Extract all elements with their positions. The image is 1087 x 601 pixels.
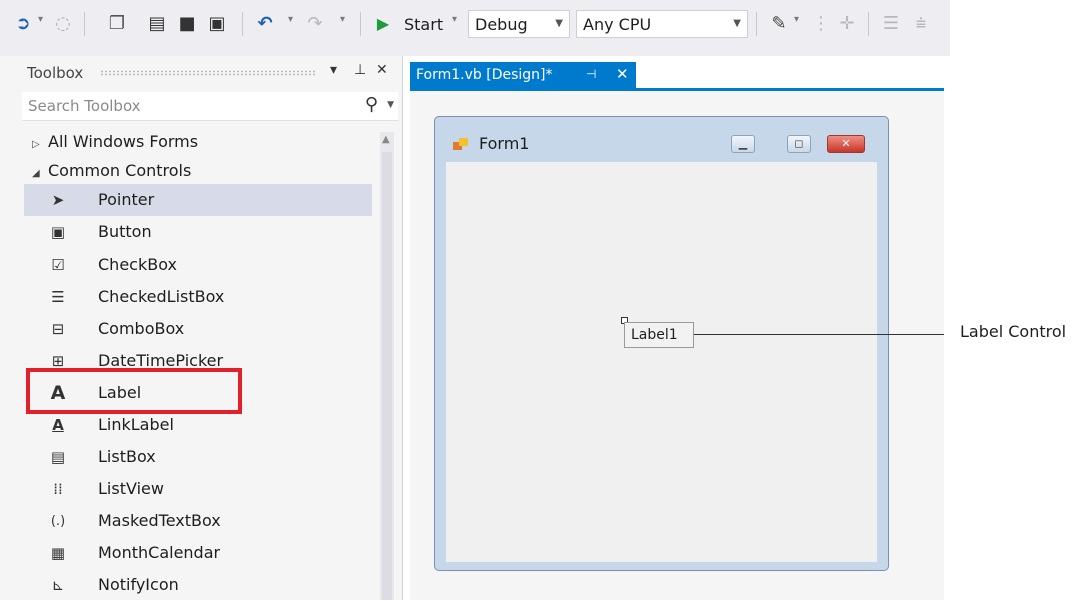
redo-dropdown-icon[interactable]: ▾ bbox=[340, 14, 345, 25]
group-label: All Windows Forms bbox=[48, 132, 199, 151]
toolbar-separator bbox=[360, 12, 361, 36]
item-label: Pointer bbox=[98, 190, 155, 209]
item-label: NotifyIcon bbox=[98, 575, 179, 594]
item-label: ListBox bbox=[98, 447, 156, 466]
window-position-icon[interactable]: ▾ bbox=[330, 62, 337, 78]
main-toolbar: ➲ ▾ ◌ ❐ ▤ ■ ▣ ↶ ▾ ↷ ▾ ▶ Start ▾ Debug ▼ … bbox=[0, 0, 950, 56]
maximize-button[interactable]: ◻ bbox=[787, 135, 811, 153]
start-play-icon[interactable]: ▶ bbox=[372, 12, 394, 34]
toolbox-item-combobox[interactable]: ⊟ ComboBox bbox=[24, 313, 372, 345]
save-all-icon[interactable]: ▣ bbox=[206, 12, 228, 34]
pin-icon[interactable]: ⊣ bbox=[586, 67, 596, 81]
toolbox-panel: Toolbox ▾ ⊥ ✕ Search Toolbox ⚲ ▼ ▷ All Wi… bbox=[0, 56, 403, 600]
chevron-down-icon: ▼ bbox=[733, 18, 741, 29]
close-icon[interactable]: ✕ bbox=[616, 65, 629, 83]
toolbox-item-checkedlistbox[interactable]: ☰ CheckedListBox bbox=[24, 281, 372, 313]
toolbar-separator bbox=[756, 12, 757, 36]
toolbox-title: Toolbox bbox=[27, 64, 84, 82]
group-all-windows-forms[interactable]: ▷ All Windows Forms bbox=[32, 132, 198, 151]
solution-configuration-value: Debug bbox=[475, 15, 528, 34]
search-icon[interactable]: ⚲ bbox=[365, 94, 378, 115]
toolbar-separator bbox=[868, 12, 869, 36]
tab-label: Form1.vb [Design]* bbox=[416, 67, 553, 83]
align-icon[interactable]: ⋮ bbox=[810, 12, 832, 34]
form-client-area[interactable] bbox=[446, 162, 877, 562]
notifyicon-icon: ⊾ bbox=[51, 576, 65, 594]
toolbox-item-notifyicon[interactable]: ⊾ NotifyIcon bbox=[24, 569, 372, 601]
expand-arrow-icon: ▷ bbox=[32, 139, 40, 150]
undo-icon[interactable]: ↶ bbox=[254, 12, 276, 34]
item-label: MaskedTextBox bbox=[98, 511, 221, 530]
group-common-controls[interactable]: ◢ Common Controls bbox=[32, 161, 191, 180]
save-icon[interactable]: ■ bbox=[176, 12, 198, 34]
toolbar-separator bbox=[242, 12, 243, 36]
format-dropdown-icon[interactable]: ▾ bbox=[794, 14, 799, 25]
button-icon: ▣ bbox=[50, 223, 66, 241]
item-label: ListView bbox=[98, 479, 164, 498]
callout-label: Label Control bbox=[960, 322, 1067, 341]
toolbox-item-button[interactable]: ▣ Button bbox=[24, 216, 372, 248]
toolbox-item-listview[interactable]: ⁞⁞ ListView bbox=[24, 473, 372, 505]
collapse-arrow-icon: ◢ bbox=[32, 168, 40, 179]
open-file-icon[interactable]: ▤ bbox=[146, 12, 168, 34]
scrollbar-thumb[interactable] bbox=[382, 152, 392, 600]
form-icon bbox=[453, 138, 468, 150]
minimize-button[interactable]: ▁ bbox=[731, 135, 755, 153]
align-left-icon[interactable]: ☰ bbox=[880, 12, 902, 34]
checkbox-icon: ☑ bbox=[51, 256, 65, 274]
toolbox-item-listbox[interactable]: ▤ ListBox bbox=[24, 441, 372, 473]
solution-platform-value: Any CPU bbox=[583, 15, 652, 34]
solution-platform-select[interactable]: Any CPU ▼ bbox=[576, 10, 748, 38]
solution-configuration-select[interactable]: Debug ▼ bbox=[468, 10, 570, 38]
toolbar-separator bbox=[84, 12, 85, 36]
pointer-icon: ➤ bbox=[51, 191, 65, 209]
toolbox-item-monthcalendar[interactable]: ▦ MonthCalendar bbox=[24, 537, 372, 569]
start-dropdown-icon[interactable]: ▾ bbox=[452, 14, 457, 25]
item-label: CheckBox bbox=[98, 255, 177, 274]
toolbox-item-maskedtextbox[interactable]: (.) MaskedTextBox bbox=[24, 505, 372, 537]
scroll-up-icon[interactable]: ▲ bbox=[382, 134, 390, 145]
redo-icon[interactable]: ↷ bbox=[304, 12, 326, 34]
callout-line bbox=[694, 334, 944, 335]
navigate-forward-icon[interactable]: ◌ bbox=[52, 12, 74, 34]
label-highlight-box bbox=[26, 368, 242, 414]
item-label: ComboBox bbox=[98, 319, 185, 338]
toolbox-item-pointer[interactable]: ➤ Pointer bbox=[24, 184, 372, 216]
toolbox-search-input[interactable]: Search Toolbox ⚲ ▼ bbox=[22, 92, 398, 121]
navigate-back-icon[interactable]: ➲ bbox=[12, 12, 34, 34]
item-label: MonthCalendar bbox=[98, 543, 221, 562]
listview-icon: ⁞⁞ bbox=[53, 480, 63, 498]
close-button[interactable]: ✕ bbox=[827, 135, 865, 153]
center-icon[interactable]: ✛ bbox=[836, 12, 858, 34]
format-icon[interactable]: ✎ bbox=[768, 12, 790, 34]
label1-control[interactable]: Label1 bbox=[624, 322, 694, 348]
monthcalendar-icon: ▦ bbox=[50, 544, 66, 562]
align-middle-icon[interactable]: ⩧ bbox=[910, 12, 932, 34]
undo-dropdown-icon[interactable]: ▾ bbox=[288, 14, 293, 25]
maskedtextbox-icon: (.) bbox=[50, 513, 66, 529]
item-label: Button bbox=[98, 222, 152, 241]
chevron-down-icon: ▼ bbox=[555, 18, 563, 29]
search-options-dropdown-icon[interactable]: ▼ bbox=[387, 100, 394, 110]
pin-icon[interactable]: ⊥ bbox=[354, 62, 366, 78]
linklabel-icon: A bbox=[52, 416, 64, 434]
navigate-back-dropdown-icon[interactable]: ▾ bbox=[38, 14, 43, 25]
toolbox-item-checkbox[interactable]: ☑ CheckBox bbox=[24, 249, 372, 281]
close-icon[interactable]: ✕ bbox=[376, 62, 388, 78]
checkedlistbox-icon: ☰ bbox=[51, 288, 65, 306]
item-label: CheckedListBox bbox=[98, 287, 225, 306]
new-project-icon[interactable]: ❐ bbox=[106, 12, 128, 34]
search-placeholder: Search Toolbox bbox=[28, 97, 141, 115]
listbox-icon: ▤ bbox=[50, 448, 66, 466]
item-label: LinkLabel bbox=[98, 415, 174, 434]
form-title: Form1 bbox=[479, 134, 530, 153]
panel-grip[interactable] bbox=[100, 70, 315, 76]
start-button[interactable]: Start bbox=[404, 15, 443, 34]
combobox-icon: ⊟ bbox=[51, 320, 65, 338]
tab-form1-design[interactable]: Form1.vb [Design]* ⊣ ✕ bbox=[410, 62, 636, 90]
group-label: Common Controls bbox=[48, 161, 192, 180]
